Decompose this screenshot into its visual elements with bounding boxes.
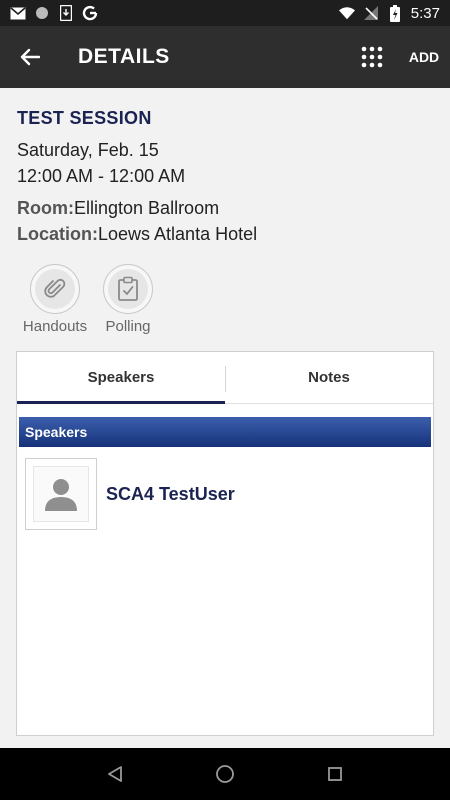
speaker-avatar — [25, 458, 97, 530]
no-signal-icon — [363, 5, 379, 21]
back-button[interactable] — [0, 26, 60, 88]
page-title: DETAILS — [78, 45, 170, 68]
handouts-label: Handouts — [22, 318, 88, 335]
avatar-placeholder — [33, 466, 89, 522]
google-icon — [82, 5, 98, 21]
location-value: Loews Atlanta Hotel — [98, 224, 258, 244]
grid-menu-button[interactable] — [354, 39, 390, 75]
add-button[interactable]: ADD — [398, 44, 450, 70]
session-time: 12:00 AM - 12:00 AM — [17, 166, 186, 186]
wifi-icon — [338, 5, 355, 21]
speakers-section-header: Speakers — [19, 417, 431, 447]
square-recents-icon — [328, 767, 342, 781]
tabs-panel: Speakers Notes Speakers SCA4 TestUser — [16, 351, 434, 736]
nav-back-button[interactable] — [95, 754, 135, 794]
tab-notes[interactable]: Notes — [225, 352, 433, 403]
status-time: 5:37 — [410, 4, 440, 22]
handouts-button[interactable]: Handouts — [17, 264, 93, 335]
status-bar: 5:37 — [0, 0, 450, 26]
tab-divider — [225, 366, 226, 392]
download-icon — [58, 5, 74, 21]
record-icon — [34, 5, 50, 21]
person-icon — [45, 479, 77, 511]
clipboard-check-icon — [118, 276, 138, 301]
tab-speakers[interactable]: Speakers — [17, 352, 225, 404]
grid-icon — [361, 46, 383, 68]
location-label: Location: — [17, 224, 98, 244]
app-bar: DETAILS ADD — [0, 26, 450, 88]
session-date: Saturday, Feb. 15 — [17, 140, 159, 160]
paperclip-icon — [44, 278, 66, 298]
room-info: Room:Ellington Ballroom — [17, 198, 219, 219]
triangle-back-icon — [108, 766, 122, 782]
session-details: TEST SESSION Saturday, Feb. 15 12:00 AM … — [0, 88, 450, 748]
nav-recents-button[interactable] — [315, 754, 355, 794]
room-value: Ellington Ballroom — [74, 198, 220, 218]
location-info: Location:Loews Atlanta Hotel — [17, 224, 257, 245]
battery-charging-icon — [387, 4, 403, 22]
room-label: Room: — [17, 198, 74, 218]
nav-home-button[interactable] — [205, 754, 245, 794]
session-title: TEST SESSION — [17, 108, 152, 128]
polling-button[interactable]: Polling — [90, 264, 166, 335]
speaker-list-item[interactable]: SCA4 TestUser — [25, 457, 425, 531]
polling-label: Polling — [105, 318, 151, 335]
polling-circle[interactable] — [103, 264, 153, 314]
speaker-name: SCA4 TestUser — [106, 483, 235, 504]
gmail-icon — [10, 5, 26, 21]
system-nav-bar — [0, 748, 450, 800]
tab-bar: Speakers Notes — [17, 352, 433, 404]
circle-home-icon — [216, 765, 234, 783]
handouts-circle[interactable] — [30, 264, 80, 314]
arrow-back-icon — [20, 48, 40, 66]
